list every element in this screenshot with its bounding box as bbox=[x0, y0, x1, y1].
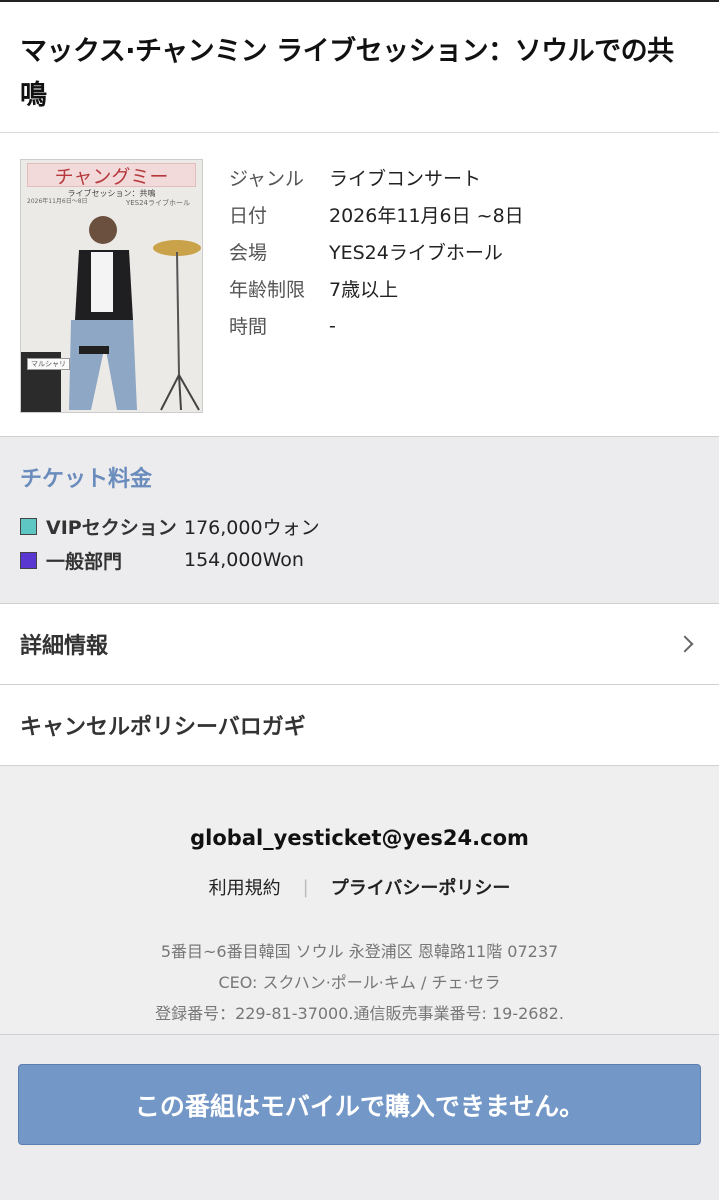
buy-bar: この番組はモバイルで購入できません。 bbox=[0, 1034, 719, 1200]
price-label: VIPセクション bbox=[46, 516, 177, 539]
price-heading: チケット料金 bbox=[20, 467, 153, 492]
support-email[interactable]: global_yesticket@yes24.com bbox=[0, 826, 719, 850]
cancel-policy-label: キャンセルポリシーバロガギ bbox=[20, 715, 306, 740]
link-separator: | bbox=[302, 876, 309, 898]
details-label: 詳細情報 bbox=[20, 634, 109, 659]
privacy-link[interactable]: プライバシーポリシー bbox=[331, 874, 511, 900]
event-details: ジャンル ライブコンサート 日付 2026年11月6日 ~8日 会場 YES24… bbox=[229, 159, 524, 436]
detail-label: ジャンル bbox=[229, 168, 305, 190]
footer-links: 利用規約 | プライバシーポリシー bbox=[0, 874, 719, 900]
general-color-swatch bbox=[20, 551, 37, 569]
details-row[interactable]: 詳細情報 bbox=[0, 604, 719, 685]
detail-label: 時間 bbox=[229, 316, 268, 338]
detail-value: YES24ライブホール bbox=[329, 242, 503, 264]
detail-row-genre: ジャンル ライブコンサート bbox=[229, 159, 524, 196]
detail-row-date: 日付 2026年11月6日 ~8日 bbox=[229, 196, 524, 233]
poster-venue: YES24ライブホール bbox=[125, 199, 190, 207]
detail-row-age: 年齢制限 7歳以上 bbox=[229, 270, 524, 307]
detail-label: 日付 bbox=[229, 205, 268, 227]
footer-address: 5番目~6番目韓国 ソウル 永登浦区 恩韓路11階 07237 bbox=[160, 942, 559, 961]
event-poster[interactable]: チャングミー ライブセッション：共鳴 2026年11月6日〜8日 YES24ライ… bbox=[20, 159, 203, 413]
purchase-unavailable-button[interactable]: この番組はモバイルで購入できません。 bbox=[18, 1064, 701, 1145]
event-info: チャングミー ライブセッション：共鳴 2026年11月6日〜8日 YES24ライ… bbox=[0, 133, 719, 437]
detail-row-venue: 会場 YES24ライブホール bbox=[229, 233, 524, 270]
chevron-right-icon bbox=[676, 635, 694, 653]
vip-color-swatch bbox=[20, 517, 37, 535]
terms-link[interactable]: 利用規約 bbox=[209, 874, 281, 900]
detail-value: 2026年11月6日 ~8日 bbox=[329, 205, 524, 227]
poster-date: 2026年11月6日〜8日 bbox=[27, 198, 88, 205]
title-section: マックス·チャンミン ライブセッション：ソウルでの共鳴 bbox=[0, 0, 719, 133]
detail-label: 会場 bbox=[229, 242, 268, 264]
ticket-prices: チケット料金 VIPセクション 176,000ウォン 一般部門 154,000W… bbox=[0, 437, 719, 604]
detail-label: 年齢制限 bbox=[229, 279, 306, 301]
poster-title: チャングミー bbox=[54, 166, 169, 188]
detail-value: 7歳以上 bbox=[329, 279, 399, 301]
detail-row-time: 時間 - bbox=[229, 307, 524, 344]
footer-ceo: CEO: スクハン·ポール·キム / チェ·セラ bbox=[218, 973, 501, 992]
price-row-general: 一般部門 154,000Won bbox=[20, 543, 699, 577]
page-title: マックス·チャンミン ライブセッション：ソウルでの共鳴 bbox=[20, 36, 674, 111]
price-label: 一般部門 bbox=[46, 550, 123, 573]
cancel-policy-row[interactable]: キャンセルポリシーバロガギ bbox=[0, 685, 719, 766]
price-row-vip: VIPセクション 176,000ウォン bbox=[20, 509, 699, 543]
price-value: 154,000Won bbox=[184, 549, 304, 571]
detail-value: - bbox=[329, 314, 336, 337]
footer-registration: 登録番号：229-81-37000.通信販売事業番号: 19-2682. bbox=[155, 1004, 564, 1023]
detail-value: ライブコンサート bbox=[329, 168, 482, 190]
price-value: 176,000ウォン bbox=[184, 516, 320, 539]
poster-tag: マルシャリ bbox=[27, 358, 70, 370]
